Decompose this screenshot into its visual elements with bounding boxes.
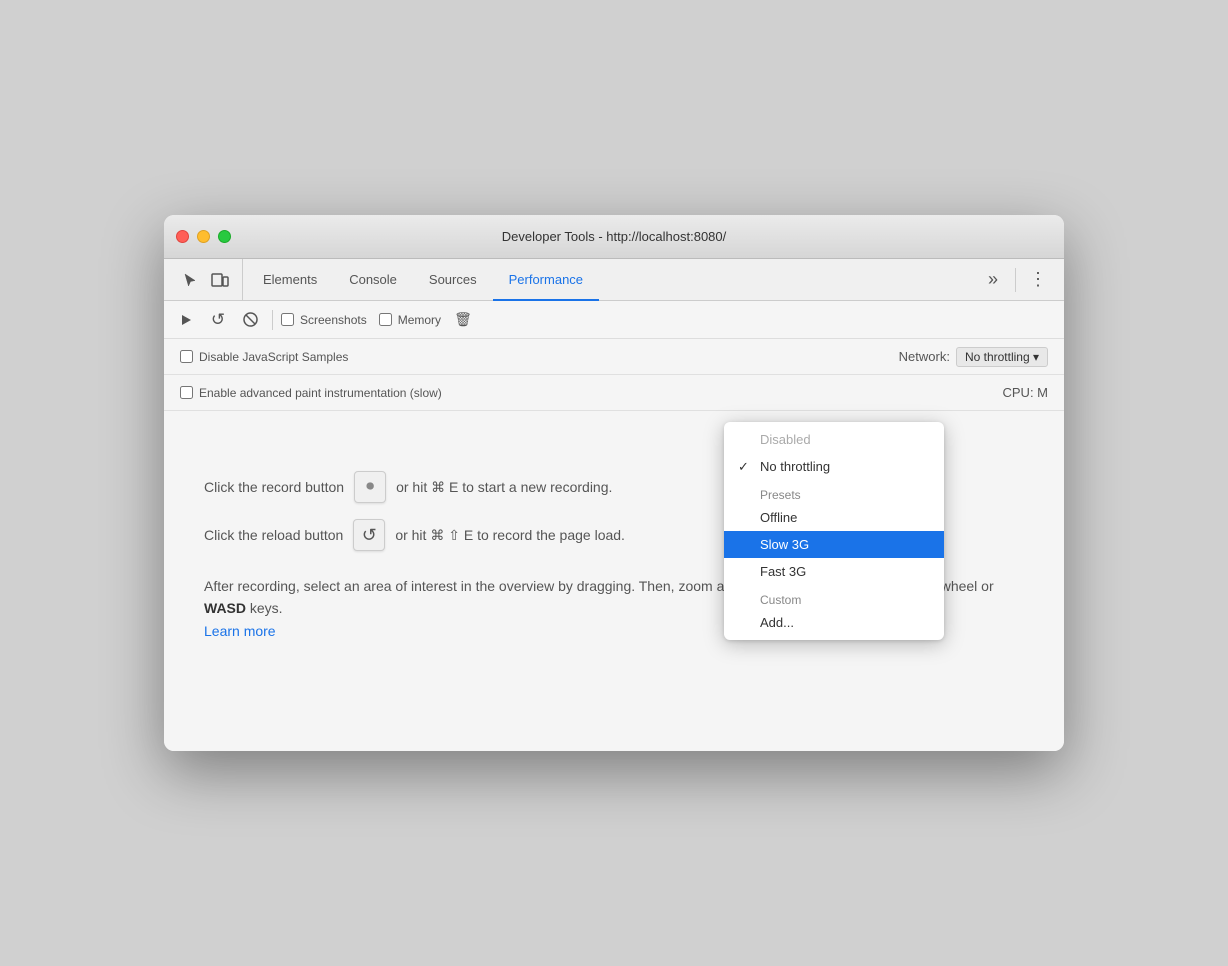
disable-js-samples-text: Disable JavaScript Samples (199, 350, 348, 364)
more-tabs-button[interactable]: » (979, 266, 1007, 294)
stop-button[interactable] (236, 306, 264, 334)
menu-item-disabled: Disabled (724, 426, 944, 453)
memory-checkbox[interactable] (379, 313, 392, 326)
menu-section-custom: Custom (724, 585, 944, 609)
inline-record-button[interactable]: ⏺ (354, 471, 386, 503)
add-label: Add... (760, 615, 794, 630)
advanced-paint-checkbox[interactable] (180, 386, 193, 399)
record-button[interactable] (172, 306, 200, 334)
screenshots-checkbox[interactable] (281, 313, 294, 326)
clear-button[interactable]: 🗑 (449, 306, 477, 334)
device-toggle-icon[interactable] (206, 266, 234, 294)
performance-toolbar: ↺ Screenshots Memory 🗑 (164, 301, 1064, 339)
tabs: Elements Console Sources Performance (247, 259, 599, 300)
toolbar-divider-1 (272, 310, 273, 330)
disable-js-samples-label[interactable]: Disable JavaScript Samples (180, 350, 348, 364)
instruction1-before: Click the record button (204, 479, 344, 495)
learn-more-link[interactable]: Learn more (204, 623, 276, 639)
network-label: Network: (899, 349, 950, 364)
reload-record-button[interactable]: ↺ (204, 306, 232, 334)
window-title: Developer Tools - http://localhost:8080/ (502, 229, 727, 244)
close-button[interactable] (176, 230, 189, 243)
tab-bar-left-icons (168, 259, 243, 300)
maximize-button[interactable] (218, 230, 231, 243)
menu-item-slow3g[interactable]: Slow 3G (724, 531, 944, 558)
offline-label: Offline (760, 510, 797, 525)
presets-label: Presets (760, 488, 801, 502)
memory-label: Memory (398, 313, 441, 327)
tab-bar-right: » ⋮ (971, 259, 1060, 300)
cpu-settings-right: CPU: M (1003, 385, 1049, 400)
menu-section-presets: Presets (724, 480, 944, 504)
disabled-label: Disabled (760, 432, 811, 447)
instruction1-middle: or hit ⌘ E to start a new recording. (396, 479, 612, 496)
menu-item-offline[interactable]: Offline (724, 504, 944, 531)
instruction2-before: Click the reload button (204, 527, 343, 543)
checkmark-icon: ✓ (738, 459, 749, 475)
network-throttle-button[interactable]: No throttling ▾ (956, 347, 1048, 367)
inline-reload-button[interactable]: ↺ (353, 519, 385, 551)
minimize-button[interactable] (197, 230, 210, 243)
devtools-window: Developer Tools - http://localhost:8080/… (164, 215, 1064, 751)
settings-row-2: Enable advanced paint instrumentation (s… (164, 375, 1064, 411)
disable-js-samples-checkbox[interactable] (180, 350, 193, 363)
instruction2-middle: or hit ⌘ ⇧ E to record the page load. (395, 527, 625, 544)
menu-item-fast3g[interactable]: Fast 3G (724, 558, 944, 585)
title-bar: Developer Tools - http://localhost:8080/ (164, 215, 1064, 259)
cursor-icon[interactable] (176, 266, 204, 294)
screenshots-label: Screenshots (300, 313, 367, 327)
custom-label: Custom (760, 593, 801, 607)
advanced-paint-text: Enable advanced paint instrumentation (s… (199, 386, 442, 400)
description-part2: keys. (246, 600, 283, 616)
tab-bar-divider (1015, 268, 1016, 292)
slow3g-label: Slow 3G (760, 537, 809, 552)
no-throttling-label: No throttling (760, 459, 830, 474)
advanced-paint-label[interactable]: Enable advanced paint instrumentation (s… (180, 386, 442, 400)
devtools-menu-button[interactable]: ⋮ (1024, 266, 1052, 294)
cpu-label: CPU: M (1003, 385, 1049, 400)
tab-bar: Elements Console Sources Performance » ⋮ (164, 259, 1064, 301)
network-throttle-dropdown: Disabled ✓ No throttling Presets Offline… (724, 422, 944, 640)
menu-item-add[interactable]: Add... (724, 609, 944, 636)
network-settings-right: Network: No throttling ▾ (899, 347, 1048, 367)
menu-item-no-throttling[interactable]: ✓ No throttling (724, 453, 944, 480)
fast3g-label: Fast 3G (760, 564, 806, 579)
traffic-lights (176, 230, 231, 243)
screenshots-checkbox-label[interactable]: Screenshots (281, 313, 367, 327)
tab-performance[interactable]: Performance (493, 259, 599, 301)
tab-console[interactable]: Console (333, 259, 413, 301)
settings-area: Disable JavaScript Samples Network: No t… (164, 339, 1064, 411)
tab-sources[interactable]: Sources (413, 259, 493, 301)
description-bold: WASD (204, 600, 246, 616)
tab-elements[interactable]: Elements (247, 259, 333, 301)
settings-row-1: Disable JavaScript Samples Network: No t… (164, 339, 1064, 375)
memory-checkbox-label[interactable]: Memory (379, 313, 441, 327)
